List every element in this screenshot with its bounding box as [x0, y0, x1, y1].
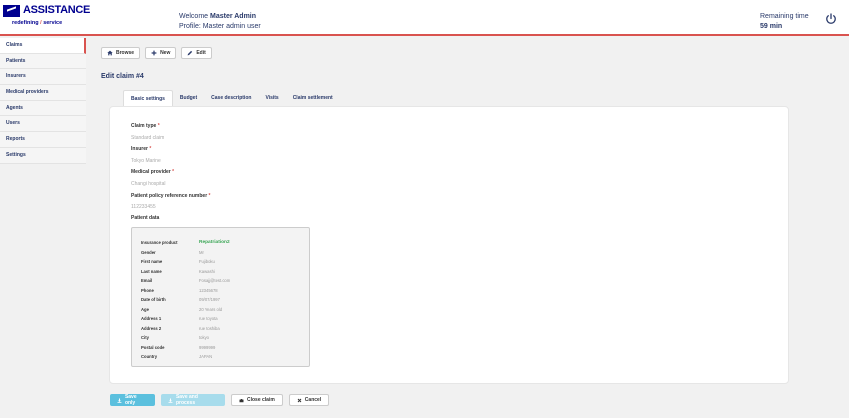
tab-budget[interactable]: Budget: [173, 90, 204, 106]
user-name: Master Admin: [210, 13, 257, 20]
claim-type-value[interactable]: Standard claim: [131, 135, 164, 141]
pencil-icon: [187, 50, 193, 56]
new-button[interactable]: New: [145, 47, 177, 59]
home-icon: [107, 50, 113, 56]
insurance-product-value: Repatriation2: [199, 240, 230, 245]
tab-basic-settings[interactable]: Basic settings: [123, 90, 173, 106]
patient-data-label: Patient data: [131, 215, 160, 221]
app-header: ASSISTANCE redefining / service Welcome …: [0, 0, 849, 36]
sidebar-item-users[interactable]: Users: [0, 116, 86, 133]
plus-icon: [151, 50, 157, 56]
medical-provider-label: Medical provider *: [131, 169, 175, 175]
save-only-button[interactable]: Save only: [110, 394, 155, 406]
main-content: Browse New Edit Edit claim #4 Basic sett…: [86, 38, 849, 418]
session-timer: Remaining time 59 min: [760, 12, 809, 32]
sidebar-item-claims[interactable]: Claims: [0, 38, 86, 54]
tab-visits[interactable]: Visits: [258, 90, 285, 106]
profile-line: Profile: Master admin user: [179, 23, 261, 30]
welcome-block: Welcome Master Admin Profile: Master adm…: [179, 12, 261, 32]
brand-name: ASSISTANCE: [23, 4, 91, 16]
tab-bar: Basic settings Budget Case description V…: [123, 90, 340, 106]
claim-type-label: Claim type *: [131, 123, 160, 129]
download-icon: [168, 398, 173, 403]
close-icon: [297, 398, 302, 402]
cancel-button[interactable]: Cancel: [288, 394, 330, 406]
brand-tagline: redefining / service: [12, 20, 63, 26]
toolbar: Browse New Edit: [101, 47, 212, 59]
tab-claim-settlement[interactable]: Claim settlement: [286, 90, 340, 106]
sidebar-item-settings[interactable]: Settings: [0, 147, 86, 164]
sidebar-item-agents[interactable]: Agents: [0, 100, 86, 117]
welcome-line: Welcome Master Admin: [179, 13, 257, 20]
save-and-process-button[interactable]: Save and process: [161, 394, 225, 406]
medical-provider-value[interactable]: Changi hospital: [131, 181, 165, 187]
remaining-value: 59 min: [760, 23, 783, 30]
policy-number-value[interactable]: 112233455: [131, 204, 156, 210]
insurer-label: Insurer *: [131, 146, 152, 152]
brand-mark-icon: [3, 5, 20, 17]
sidebar-item-insurers[interactable]: Insurers: [0, 69, 86, 86]
insurer-value[interactable]: Tokyo Marine: [131, 158, 161, 164]
form-actions: Save only Save and process Close claim C…: [110, 394, 330, 406]
form-panel: Claim type * Standard claim Insurer * To…: [109, 106, 789, 384]
sidebar-item-patients[interactable]: Patients: [0, 53, 86, 70]
close-claim-button[interactable]: Close claim: [231, 394, 283, 406]
browse-button[interactable]: Browse: [101, 47, 141, 59]
sidebar-item-reports[interactable]: Reports: [0, 132, 86, 148]
sidebar: Claims Patients Insurers Medical provide…: [0, 38, 86, 418]
remaining-label: Remaining time: [760, 13, 809, 20]
power-icon[interactable]: [825, 12, 837, 24]
page-title: Edit claim #4: [101, 73, 144, 80]
edit-button[interactable]: Edit: [181, 47, 212, 59]
download-icon: [117, 398, 122, 403]
sidebar-item-medical-providers[interactable]: Medical providers: [0, 85, 86, 101]
patient-data-box: Insurance product Repatriation2 Gender Mr …: [131, 227, 310, 367]
tab-case-description[interactable]: Case description: [204, 90, 258, 106]
briefcase-icon: [239, 398, 244, 402]
policy-number-label: Patient policy reference number *: [131, 193, 211, 199]
brand-logo[interactable]: ASSISTANCE redefining / service: [3, 3, 90, 29]
